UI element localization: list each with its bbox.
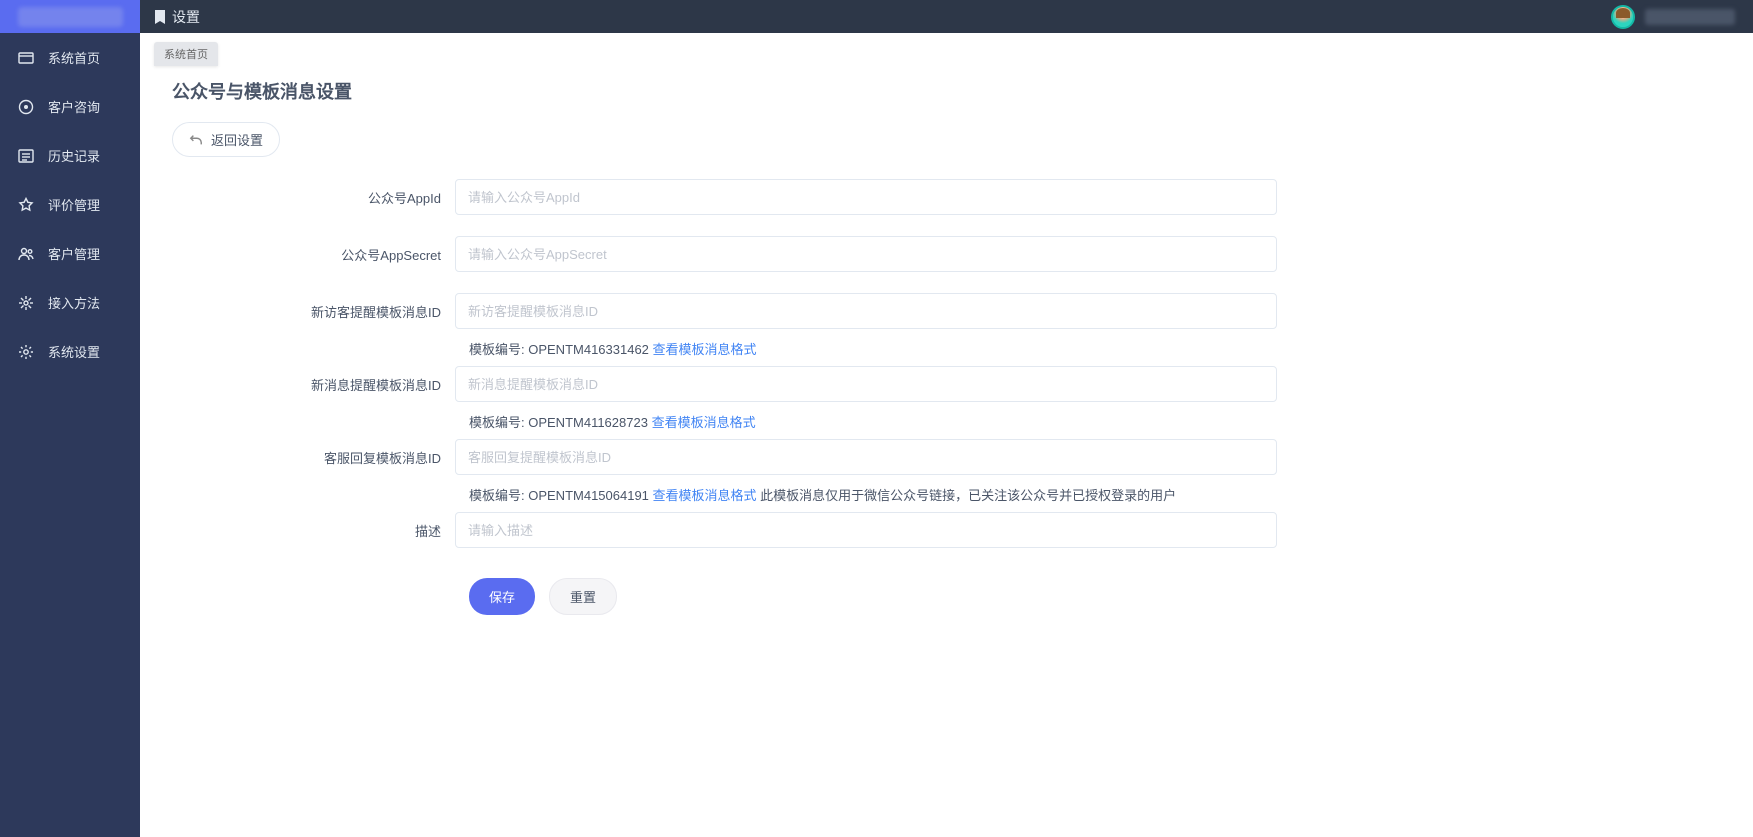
- sidebar-item-history[interactable]: 历史记录: [0, 131, 140, 180]
- sidebar-item-label: 评价管理: [48, 195, 100, 214]
- view-template-link[interactable]: 查看模板消息格式: [653, 342, 757, 357]
- tab-home[interactable]: 系统首页: [154, 42, 218, 66]
- appsecret-label: 公众号AppSecret: [140, 245, 455, 264]
- topbar-user-area[interactable]: [1611, 5, 1753, 29]
- logo-area[interactable]: [0, 0, 140, 33]
- star-icon: [18, 197, 34, 213]
- sidebar-item-home[interactable]: 系统首页: [0, 33, 140, 82]
- sidebar-item-label: 系统首页: [48, 48, 100, 67]
- hint-prefix: 模板编号: OPENTM416331462: [469, 342, 653, 357]
- avatar[interactable]: [1611, 5, 1635, 29]
- users-icon: [18, 246, 34, 262]
- hint-trail: 此模板消息仅用于微信公众号链接，已关注该公众号并已授权登录的用户: [757, 488, 1177, 503]
- history-icon: [18, 148, 34, 164]
- reset-button[interactable]: 重置: [549, 578, 617, 615]
- sidebar-item-label: 客户管理: [48, 244, 100, 263]
- appsecret-input[interactable]: [455, 236, 1277, 272]
- username-blurred: [1645, 9, 1735, 25]
- integration-icon: [18, 295, 34, 311]
- page-title: 公众号与模板消息设置: [172, 78, 1753, 104]
- tab-bar: 系统首页: [140, 36, 1753, 66]
- sidebar-item-integration[interactable]: 接入方法: [0, 278, 140, 327]
- new-visitor-template-hint: 模板编号: OPENTM416331462 查看模板消息格式: [455, 339, 757, 358]
- main-content: 系统首页 公众号与模板消息设置 返回设置 公众号AppId 公众号AppSecr…: [140, 33, 1753, 837]
- sidebar-item-customers[interactable]: 客户管理: [0, 229, 140, 278]
- new-visitor-template-input[interactable]: [455, 293, 1277, 329]
- view-template-link[interactable]: 查看模板消息格式: [652, 415, 756, 430]
- bookmark-icon: [154, 10, 166, 24]
- reply-template-input[interactable]: [455, 439, 1277, 475]
- hint-prefix: 模板编号: OPENTM411628723: [469, 415, 652, 430]
- logo-blurred: [18, 7, 123, 27]
- back-button[interactable]: 返回设置: [172, 122, 280, 157]
- description-label: 描述: [140, 521, 455, 540]
- save-button[interactable]: 保存: [469, 578, 535, 615]
- view-template-link[interactable]: 查看模板消息格式: [653, 488, 757, 503]
- home-icon: [18, 50, 34, 66]
- new-message-template-hint: 模板编号: OPENTM411628723 查看模板消息格式: [455, 412, 756, 431]
- sidebar-item-label: 历史记录: [48, 146, 100, 165]
- appid-label: 公众号AppId: [140, 188, 455, 207]
- sidebar-item-label: 接入方法: [48, 293, 100, 312]
- chat-icon: [18, 99, 34, 115]
- settings-form: 公众号AppId 公众号AppSecret 新访客提醒模板消息ID: [140, 179, 1753, 615]
- sidebar: 系统首页 客户咨询 历史记录 评价管理: [0, 33, 140, 837]
- sidebar-item-settings[interactable]: 系统设置: [0, 327, 140, 376]
- new-visitor-template-label: 新访客提醒模板消息ID: [140, 302, 455, 321]
- page-header-title: 设置: [172, 7, 200, 27]
- new-message-template-input[interactable]: [455, 366, 1277, 402]
- reply-template-hint: 模板编号: OPENTM415064191 查看模板消息格式 此模板消息仅用于微…: [455, 485, 1176, 504]
- sidebar-item-reviews[interactable]: 评价管理: [0, 180, 140, 229]
- gear-icon: [18, 344, 34, 360]
- topbar-title-wrap: 设置: [154, 7, 200, 27]
- new-message-template-label: 新消息提醒模板消息ID: [140, 375, 455, 394]
- topbar: 设置: [0, 0, 1753, 33]
- undo-icon: [189, 133, 203, 147]
- description-input[interactable]: [455, 512, 1277, 548]
- sidebar-item-consult[interactable]: 客户咨询: [0, 82, 140, 131]
- appid-input[interactable]: [455, 179, 1277, 215]
- sidebar-item-label: 系统设置: [48, 342, 100, 361]
- sidebar-item-label: 客户咨询: [48, 97, 100, 116]
- back-button-label: 返回设置: [211, 130, 263, 149]
- hint-prefix: 模板编号: OPENTM415064191: [469, 488, 653, 503]
- reply-template-label: 客服回复模板消息ID: [140, 448, 455, 467]
